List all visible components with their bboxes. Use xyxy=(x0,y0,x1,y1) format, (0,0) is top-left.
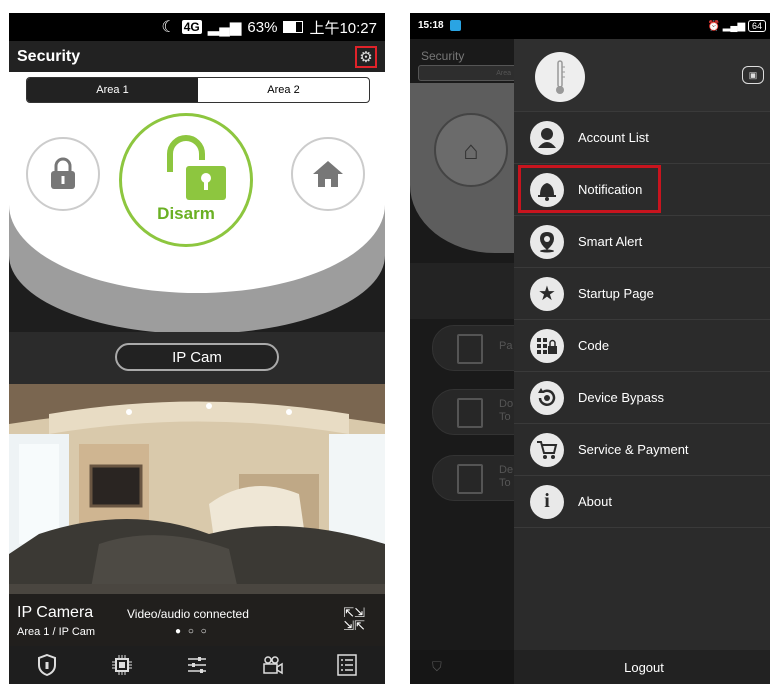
battery-percent: 63% xyxy=(247,18,278,36)
camera-feed[interactable]: IP Camera Video/audio connected Area 1 /… xyxy=(9,384,385,646)
menu-label: Startup Page xyxy=(578,286,654,301)
profile-card-icon[interactable]: ▣ xyxy=(742,66,764,84)
arm-home-button[interactable] xyxy=(291,137,365,211)
status-bar: 15:18 ⏰ ▂▄▆ 64 xyxy=(410,13,770,39)
menu-item-smart-alert[interactable]: Smart Alert xyxy=(514,216,770,268)
side-drawer: ▣ Account List Notification Smart Alert … xyxy=(514,39,770,684)
star-icon: ★ xyxy=(530,276,564,311)
camera-title: IP Camera xyxy=(17,604,94,621)
chip-icon[interactable] xyxy=(111,654,133,676)
alarm-clock-icon: ⏰ xyxy=(707,20,720,32)
menu-label: Account List xyxy=(578,130,649,145)
menu-label: About xyxy=(578,494,612,509)
panel-icon xyxy=(457,334,483,364)
info-icon: i xyxy=(530,484,564,519)
ipcam-button[interactable]: IP Cam xyxy=(115,343,279,371)
list-icon[interactable] xyxy=(336,654,358,676)
background-band xyxy=(410,263,516,319)
menu-item-device-bypass[interactable]: Device Bypass xyxy=(514,372,770,424)
clock: 15:18 xyxy=(418,20,444,32)
keypad-lock-icon xyxy=(530,328,564,363)
camera-info-bar: IP Camera Video/audio connected Area 1 /… xyxy=(9,594,385,646)
home-icon: ⌂ xyxy=(434,113,508,187)
tab-area-2[interactable]: Area 2 xyxy=(198,78,369,102)
sliders-icon[interactable] xyxy=(186,654,208,676)
background-bottom-nav: ⛉ xyxy=(410,650,514,684)
door-icon xyxy=(457,398,483,428)
network-badge: 4G xyxy=(181,20,202,34)
menu-item-account-list[interactable]: Account List xyxy=(514,112,770,164)
bottom-nav xyxy=(9,646,385,684)
highlight-box xyxy=(518,165,661,213)
camera-subtitle: Area 1 / IP Cam xyxy=(17,626,96,638)
menu-screen: 15:18 ⏰ ▂▄▆ 64 Security Area ⌂ Pa Do To … xyxy=(410,13,770,684)
cart-icon xyxy=(530,432,564,467)
signal-icon: ▂▄▆ xyxy=(722,20,746,32)
shield-icon[interactable] xyxy=(36,654,58,676)
arm-away-button[interactable] xyxy=(26,137,100,211)
app-notification-icon xyxy=(450,20,462,32)
menu-label: Device Bypass xyxy=(578,390,664,405)
menu-item-code[interactable]: Code xyxy=(514,320,770,372)
menu-item-notification[interactable]: Notification xyxy=(514,164,770,216)
person-icon xyxy=(530,120,564,155)
disarm-label: Disarm xyxy=(157,204,215,223)
logout-button[interactable]: Logout xyxy=(514,650,770,684)
menu-label: Smart Alert xyxy=(578,234,643,249)
background-device-label: Pa xyxy=(499,340,513,352)
menu-item-startup-page[interactable]: ★ Startup Page xyxy=(514,268,770,320)
app-header: Security ⚙ xyxy=(9,41,385,72)
shield-icon: ⛉ xyxy=(432,659,442,674)
chip-icon xyxy=(457,464,483,494)
bypass-icon xyxy=(530,380,564,415)
drawer-header: ▣ xyxy=(514,39,770,112)
page-title: Security xyxy=(17,47,81,65)
background-title: Security xyxy=(421,49,465,63)
fullscreen-icon[interactable]: ⇱⇲ ⇲⇱ xyxy=(343,606,365,632)
page-indicator: ● ○ ○ xyxy=(175,626,209,637)
thermometer-icon xyxy=(556,60,565,94)
disarm-button[interactable]: Disarm xyxy=(119,113,253,247)
security-screen: ☾ 4G ▂▄▆ 63% 上午10:27 Security ⚙ Area 1 A… xyxy=(9,13,385,684)
menu-item-service-payment[interactable]: Service & Payment xyxy=(514,424,770,476)
background-device-label: Do To xyxy=(499,398,514,423)
unlock-icon xyxy=(167,135,226,200)
area-toggle: Area 1 Area 2 xyxy=(26,77,370,103)
menu-item-about[interactable]: i About xyxy=(514,476,770,528)
home-icon xyxy=(313,161,343,187)
status-bar: ☾ 4G ▂▄▆ 63% 上午10:27 xyxy=(9,13,385,41)
menu-label: Code xyxy=(578,338,610,353)
moon-icon: ☾ xyxy=(161,19,176,36)
clock: 上午10:27 xyxy=(309,19,377,37)
avatar[interactable] xyxy=(535,52,585,102)
background-area-toggle: Area xyxy=(418,65,518,81)
menu-label: Service & Payment xyxy=(578,442,689,457)
background-device-label: De To xyxy=(499,464,514,489)
gear-icon[interactable]: ⚙ xyxy=(355,45,377,68)
battery-level: 64 xyxy=(747,19,766,32)
battery-icon xyxy=(283,21,304,33)
location-icon xyxy=(530,224,564,259)
camera-icon[interactable] xyxy=(261,654,283,676)
tab-area-1[interactable]: Area 1 xyxy=(27,78,198,102)
lock-icon xyxy=(51,157,75,189)
camera-status: Video/audio connected xyxy=(127,607,249,621)
signal-icon: ▂▄▆ xyxy=(207,19,242,36)
